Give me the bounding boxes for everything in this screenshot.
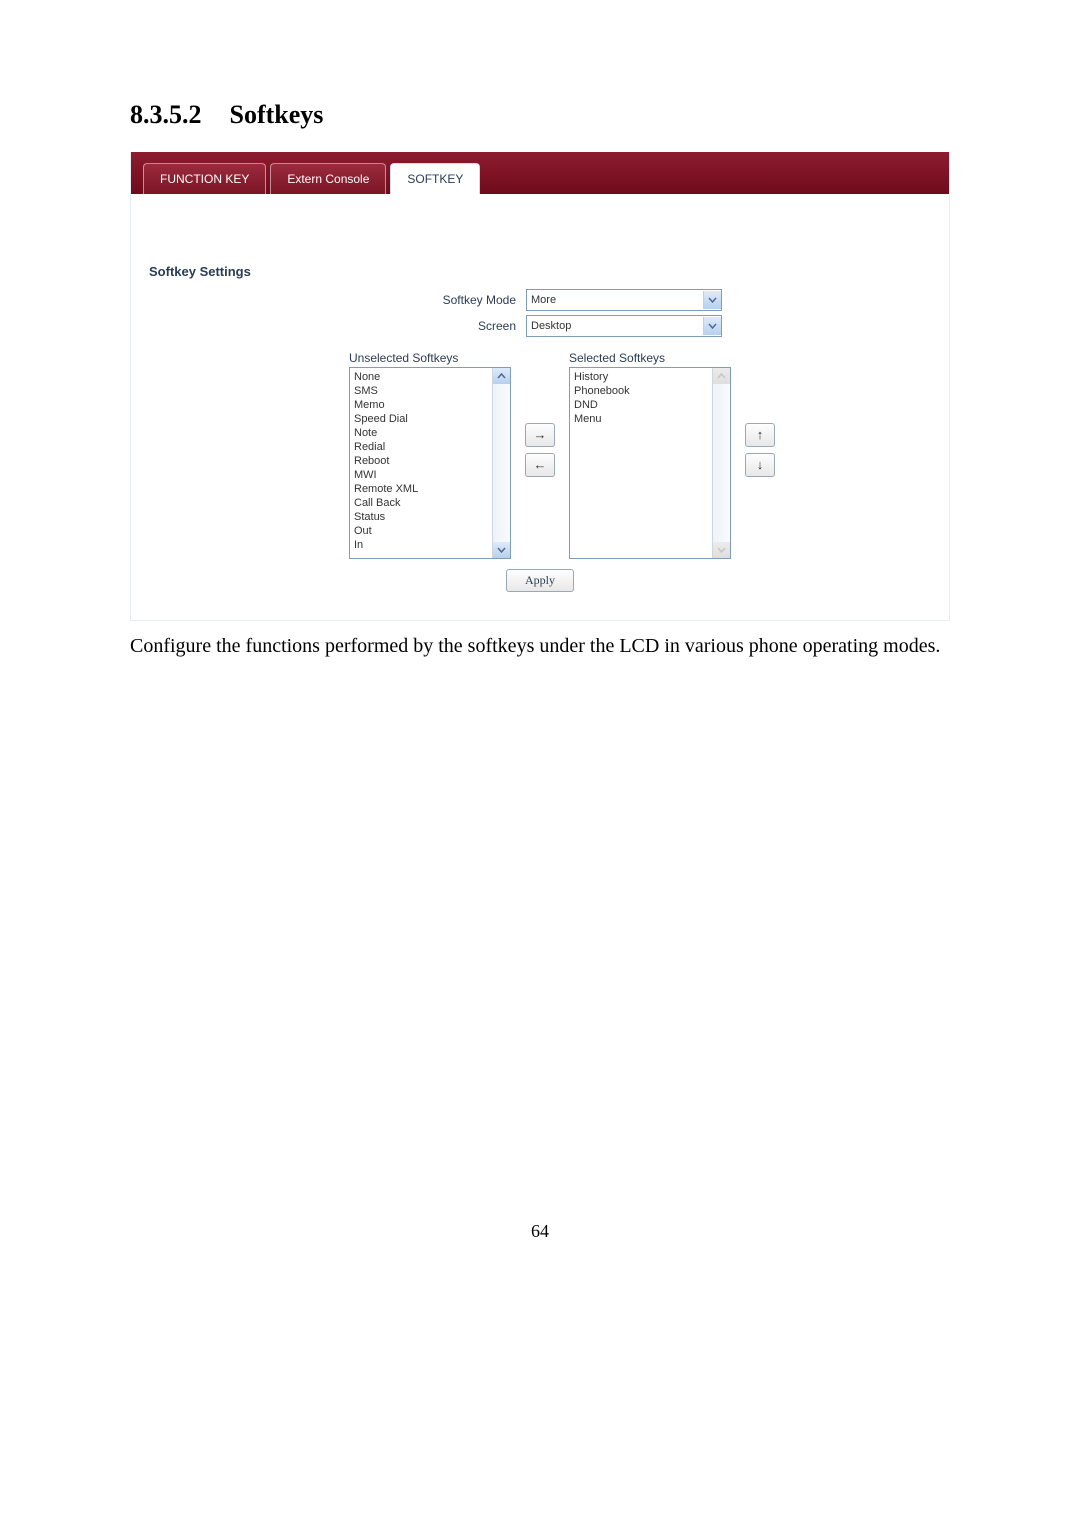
order-buttons: ↑ ↓	[745, 351, 775, 477]
tab-bar: FUNCTION KEY Extern Console SOFTKEY	[131, 152, 949, 194]
move-down-button[interactable]: ↓	[745, 453, 775, 477]
screen-select[interactable]: Desktop	[526, 315, 722, 337]
caption-text: Configure the functions performed by the…	[130, 631, 950, 661]
softkey-mode-label: Softkey Mode	[151, 293, 526, 307]
move-right-button[interactable]: →	[525, 423, 555, 447]
screen-label: Screen	[151, 319, 526, 333]
softkey-mode-select[interactable]: More	[526, 289, 722, 311]
tab-extern-console[interactable]: Extern Console	[270, 163, 386, 194]
selected-listbox[interactable]: History Phonebook DND Menu	[569, 367, 731, 559]
heading-title: Softkeys	[230, 100, 324, 129]
scrollbar[interactable]	[712, 368, 730, 558]
unselected-title: Unselected Softkeys	[349, 351, 511, 365]
scrollbar[interactable]	[492, 368, 510, 558]
heading-number: 8.3.5.2	[130, 100, 202, 129]
selected-title: Selected Softkeys	[569, 351, 731, 365]
unselected-listbox[interactable]: None SMS Memo Speed Dial Note Redial Reb…	[349, 367, 511, 559]
softkey-mode-value: More	[531, 294, 556, 306]
page-number: 64	[130, 1221, 950, 1242]
chevron-down-icon	[703, 317, 721, 335]
scroll-up-icon	[713, 368, 730, 384]
tab-function-key[interactable]: FUNCTION KEY	[143, 163, 266, 194]
scroll-up-icon[interactable]	[493, 368, 510, 384]
transfer-buttons: → ←	[525, 351, 555, 477]
chevron-down-icon	[703, 291, 721, 309]
scroll-down-icon[interactable]	[493, 542, 510, 558]
scroll-down-icon	[713, 542, 730, 558]
section-heading: 8.3.5.2 Softkeys	[130, 100, 950, 130]
selected-column: Selected Softkeys History Phonebook DND …	[569, 351, 731, 559]
section-title: Softkey Settings	[131, 194, 949, 279]
scroll-track[interactable]	[493, 384, 510, 542]
tab-softkey[interactable]: SOFTKEY	[390, 163, 480, 194]
move-up-button[interactable]: ↑	[745, 423, 775, 447]
move-left-button[interactable]: ←	[525, 453, 555, 477]
apply-button[interactable]: Apply	[506, 569, 574, 592]
unselected-column: Unselected Softkeys None SMS Memo Speed …	[349, 351, 511, 559]
scroll-track	[713, 384, 730, 542]
screen-value: Desktop	[531, 320, 571, 332]
softkey-panel: FUNCTION KEY Extern Console SOFTKEY Soft…	[130, 152, 950, 621]
